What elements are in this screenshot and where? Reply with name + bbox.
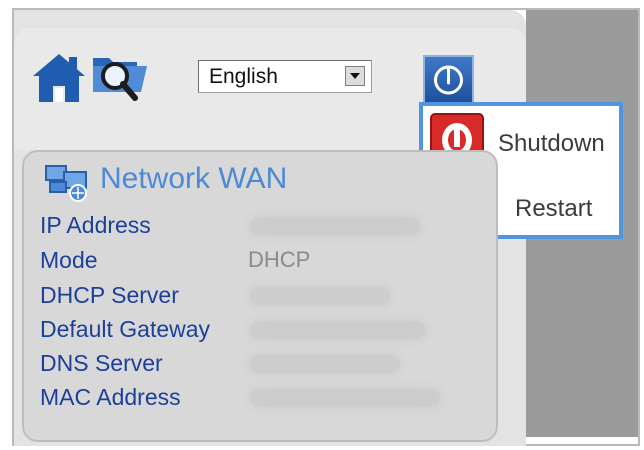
chevron-down-icon[interactable] (345, 66, 365, 86)
info-value: DHCP (248, 247, 311, 272)
folder-search-button[interactable] (91, 52, 149, 104)
info-label: Default Gateway (40, 316, 211, 342)
info-label: DHCP Server (40, 282, 179, 308)
blurred-value (250, 355, 400, 373)
home-icon (33, 54, 85, 102)
info-row-dhcp-server: DHCP Server (40, 282, 500, 312)
info-row-mac-address: MAC Address (40, 384, 500, 414)
info-label: Mode (40, 247, 98, 273)
info-row-mode: Mode DHCP (40, 247, 500, 277)
folder-search-icon (93, 58, 147, 101)
network-icon (45, 165, 87, 202)
info-row-ip-address: IP Address (40, 212, 500, 242)
power-icon (434, 65, 463, 95)
info-label: DNS Server (40, 350, 163, 376)
blurred-value (250, 321, 425, 339)
info-row-dns-server: DNS Server (40, 350, 500, 380)
shutdown-label: Shutdown (498, 130, 605, 157)
blurred-value (250, 287, 390, 305)
blurred-value (250, 217, 420, 235)
network-wan-header: Network WAN (44, 162, 344, 202)
info-label: MAC Address (40, 384, 181, 410)
power-button[interactable] (423, 55, 474, 105)
info-label: IP Address (40, 212, 151, 238)
language-select[interactable]: English (198, 60, 372, 93)
network-wan-title: Network WAN (100, 162, 288, 195)
blurred-value (250, 389, 440, 407)
restart-label: Restart (515, 195, 593, 222)
home-button[interactable] (31, 52, 87, 104)
language-select-value: English (209, 65, 278, 88)
info-row-default-gateway: Default Gateway (40, 316, 500, 346)
